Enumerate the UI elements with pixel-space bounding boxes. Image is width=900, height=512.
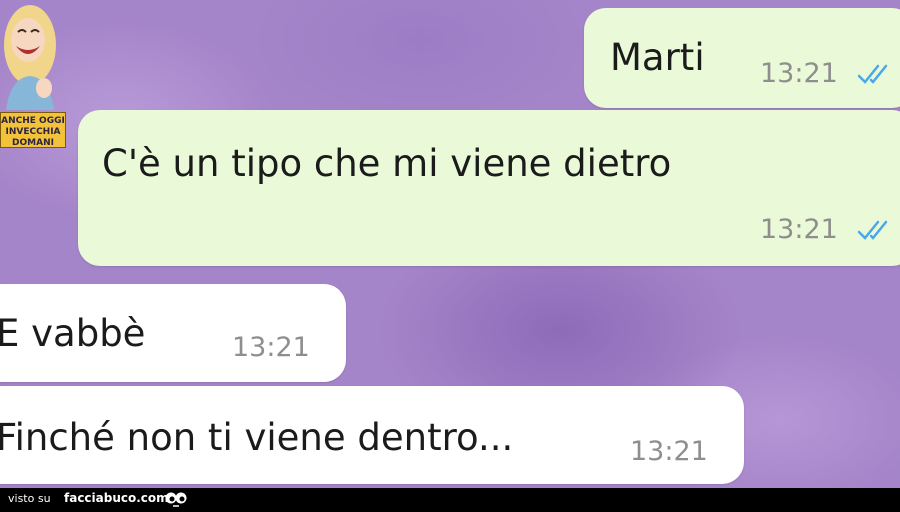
message-time: 13:21 xyxy=(232,332,310,363)
message-time: 13:21 xyxy=(760,58,838,89)
footer-prefix: visto su xyxy=(8,492,51,505)
double-check-icon xyxy=(857,64,888,84)
eyes-icon xyxy=(165,492,187,507)
double-check-icon xyxy=(857,220,888,240)
message-text: C'è un tipo che mi viene dietro xyxy=(102,142,672,185)
sticker-caption: ANCHE OGGI INVECCHIA DOMANI xyxy=(0,112,66,148)
message-text: Marti xyxy=(610,36,705,79)
message-text: Finché non ti viene dentro... xyxy=(0,416,514,459)
message-bubble-incoming[interactable]: E vabbè 13:21 xyxy=(0,284,346,382)
profile-sticker: ANCHE OGGI INVECCHIA DOMANI xyxy=(0,0,70,150)
message-bubble-outgoing[interactable]: Marti 13:21 xyxy=(584,8,900,108)
message-bubble-incoming[interactable]: Finché non ti viene dentro... 13:21 xyxy=(0,386,744,484)
message-time: 13:21 xyxy=(760,214,838,245)
footer-site-link[interactable]: facciabuco.com xyxy=(64,491,169,505)
message-text: E vabbè xyxy=(0,312,146,355)
laughing-woman-icon xyxy=(4,5,56,110)
footer-bar: visto su facciabuco.com xyxy=(0,488,900,512)
message-time: 13:21 xyxy=(630,436,708,467)
message-bubble-outgoing[interactable]: C'è un tipo che mi viene dietro 13:21 xyxy=(78,110,900,266)
